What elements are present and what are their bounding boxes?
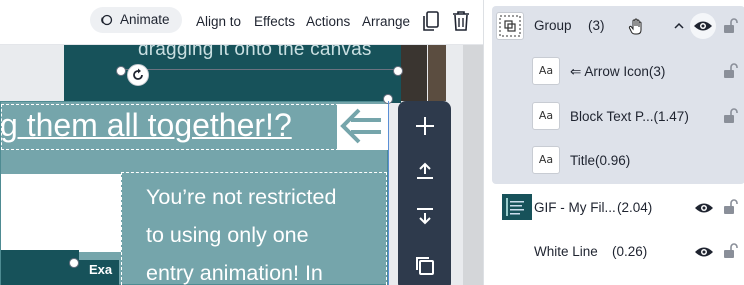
layer-name: Title(0.96) [570, 153, 631, 168]
white-line-count: (0.26) [612, 244, 648, 259]
text-layer-icon: Aa [532, 146, 560, 174]
effects-button[interactable]: Effects [254, 11, 295, 33]
gif-layer-name: GIF - My Fil... [534, 200, 616, 215]
layers-panel: Group (3) Aa ⇐ Arrow Icon(3) Aa Block Te… [483, 0, 744, 285]
group-icon [496, 12, 524, 40]
rotate-icon [133, 68, 143, 80]
gif-layer-count: (2.04) [617, 200, 653, 215]
layer-name: Block Text P...(1.47) [570, 109, 689, 124]
lock-icon[interactable] [722, 199, 738, 215]
editor-window: Animate Align to Effects Actions Arrange… [0, 0, 744, 285]
chevron-up-icon[interactable] [674, 22, 684, 30]
group-name: Group [534, 18, 572, 33]
animate-label: Animate [120, 12, 170, 27]
eye-icon[interactable] [694, 201, 714, 215]
body-text-box[interactable]: You’re not restricted to using only one … [121, 172, 387, 285]
layer-row-white-line[interactable]: White Line (0.26) [492, 231, 744, 271]
canvas-area[interactable]: dragging it onto the canvas g them all t… [0, 45, 483, 285]
body-line: entry animation! In [146, 261, 323, 285]
arrange-button[interactable]: Arrange [362, 11, 410, 33]
arrow-icon-element[interactable] [337, 104, 389, 150]
rotate-handle[interactable] [127, 64, 149, 86]
bring-forward-icon[interactable] [410, 156, 440, 186]
white-panel [1, 174, 121, 252]
duplicate-icon[interactable] [410, 251, 440, 281]
lock-icon[interactable] [722, 18, 738, 34]
teal-block [1, 250, 79, 285]
align-to-button[interactable]: Align to [196, 11, 241, 33]
layer-row-group[interactable]: Group (3) [492, 6, 744, 46]
layer-row-child[interactable]: Aa Block Text P...(1.47) [492, 96, 744, 136]
layer-name: ⇐ Arrow Icon(3) [570, 64, 666, 79]
canvas-margin [463, 45, 483, 285]
copy-icon[interactable] [420, 9, 442, 33]
text-layer-icon: Aa [532, 102, 560, 130]
eye-icon[interactable] [694, 245, 714, 259]
hand-cursor-icon [628, 18, 642, 35]
headline-text-box[interactable]: g them all together!? [1, 104, 339, 150]
layer-row-gif[interactable]: GIF - My Fil... (2.04) [492, 187, 744, 227]
resize-handle[interactable] [116, 66, 126, 76]
animate-icon [101, 14, 113, 26]
eye-icon [694, 21, 712, 31]
white-line-name: White Line [534, 244, 598, 259]
resize-handle[interactable] [69, 258, 79, 268]
slide-top-band: dragging it onto the canvas [64, 45, 401, 103]
visibility-toggle[interactable] [690, 13, 716, 39]
example-label: Exa [89, 262, 113, 277]
layer-row-child[interactable]: Aa ⇐ Arrow Icon(3) [492, 51, 744, 91]
photo-edge [401, 45, 427, 101]
selection-edge [120, 69, 398, 70]
lock-icon[interactable] [722, 243, 738, 259]
resize-handle[interactable] [393, 66, 403, 76]
group-count: (3) [588, 18, 605, 33]
photo-edge-2 [428, 45, 446, 101]
lock-icon[interactable] [722, 108, 738, 124]
layer-row-child[interactable]: Aa Title(0.96) [492, 140, 744, 180]
body-line: You’re not restricted [146, 185, 337, 209]
floating-toolbar [398, 101, 451, 285]
body-line: to using only one [146, 223, 309, 247]
arrow-left-icon [340, 108, 381, 144]
text-layer-icon: Aa [532, 57, 560, 85]
animate-button[interactable]: Animate [90, 7, 182, 33]
headline-text: g them all together!? [1, 107, 292, 143]
top-toolbar: Animate Align to Effects Actions Arrange [0, 0, 483, 45]
trash-icon[interactable] [450, 9, 472, 33]
selection-edge [388, 101, 389, 285]
plus-icon[interactable] [410, 111, 440, 141]
slide-main[interactable]: g them all together!? Exa You’re not res… [0, 101, 389, 285]
slide-top-text: dragging it onto the canvas [138, 45, 372, 60]
send-backward-icon[interactable] [410, 201, 440, 231]
lock-icon[interactable] [722, 63, 738, 79]
actions-button[interactable]: Actions [306, 11, 350, 33]
gif-thumbnail [502, 194, 532, 220]
